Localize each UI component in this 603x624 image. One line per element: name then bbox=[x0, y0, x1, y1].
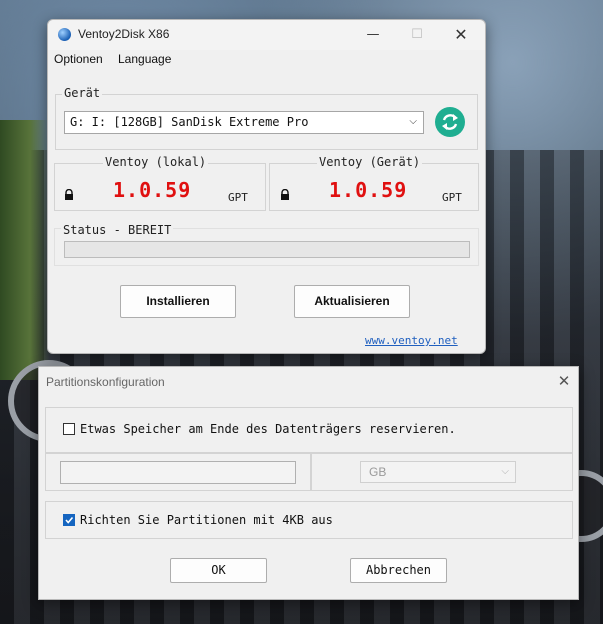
reserve-space-label[interactable]: Etwas Speicher am Ende des Datenträgers … bbox=[80, 422, 456, 436]
device-partition-style: GPT bbox=[442, 191, 462, 204]
ok-button[interactable]: OK bbox=[170, 558, 267, 583]
partition-config-dialog: Partitionskonfiguration ✕ Etwas Speicher… bbox=[38, 366, 579, 600]
ventoy2disk-window: Ventoy2Disk X86 — ☐ ✕ Optionen Language … bbox=[47, 19, 486, 354]
menu-optionen[interactable]: Optionen bbox=[54, 52, 103, 66]
reserve-size-group bbox=[45, 453, 311, 491]
align-4kb-checkbox[interactable] bbox=[63, 514, 75, 526]
maximize-button[interactable]: ☐ bbox=[395, 23, 439, 47]
device-select[interactable]: G: I: [128GB] SanDisk Extreme Pro ⌵ bbox=[64, 111, 424, 134]
dialog-title: Partitionskonfiguration bbox=[46, 375, 165, 389]
cancel-button[interactable]: Abbrechen bbox=[350, 558, 447, 583]
device-group: Gerät G: I: [128GB] SanDisk Extreme Pro … bbox=[55, 86, 478, 150]
reserve-unit-value: GB bbox=[369, 465, 387, 479]
align-4kb-label[interactable]: Richten Sie Partitionen mit 4KB aus bbox=[80, 513, 333, 527]
menu-language[interactable]: Language bbox=[118, 52, 171, 66]
device-select-value: G: I: [128GB] SanDisk Extreme Pro bbox=[70, 115, 309, 129]
dialog-close-button[interactable]: ✕ bbox=[549, 369, 579, 393]
menubar: Optionen Language bbox=[48, 50, 485, 70]
device-version-group: Ventoy (Gerät) 1.0.59 GPT bbox=[269, 155, 479, 211]
chevron-down-icon: ⌵ bbox=[501, 466, 509, 477]
device-version-number: 1.0.59 bbox=[329, 178, 408, 202]
lock-icon bbox=[281, 189, 289, 200]
align-group: Richten Sie Partitionen mit 4KB aus bbox=[45, 501, 573, 539]
close-button[interactable]: ✕ bbox=[439, 23, 483, 47]
reserve-unit-group: GB ⌵ bbox=[311, 453, 573, 491]
local-partition-style: GPT bbox=[228, 191, 248, 204]
refresh-icon[interactable] bbox=[435, 107, 465, 137]
lock-icon bbox=[65, 189, 73, 200]
chevron-down-icon: ⌵ bbox=[409, 116, 417, 127]
update-button[interactable]: Aktualisieren bbox=[294, 285, 410, 318]
window-title: Ventoy2Disk X86 bbox=[78, 27, 170, 41]
ventoy-app-icon bbox=[58, 28, 71, 41]
reserve-unit-select[interactable]: GB ⌵ bbox=[360, 461, 516, 483]
background-foliage bbox=[0, 120, 50, 380]
local-version-label: Ventoy (lokal) bbox=[103, 155, 209, 169]
local-version-group: Ventoy (lokal) 1.0.59 GPT bbox=[54, 155, 266, 211]
status-label: Status - BEREIT bbox=[61, 223, 174, 237]
reserve-size-input[interactable] bbox=[60, 461, 296, 484]
dialog-titlebar[interactable]: Partitionskonfiguration ✕ bbox=[39, 367, 578, 395]
install-button[interactable]: Installieren bbox=[120, 285, 236, 318]
status-group: Status - BEREIT bbox=[54, 223, 479, 266]
device-group-label: Gerät bbox=[62, 86, 103, 100]
minimize-button[interactable]: — bbox=[351, 23, 395, 47]
titlebar[interactable]: Ventoy2Disk X86 — ☐ ✕ bbox=[48, 20, 485, 50]
status-progress-bar bbox=[64, 241, 470, 258]
reserve-space-group: Etwas Speicher am Ende des Datenträgers … bbox=[45, 407, 573, 453]
local-version-number: 1.0.59 bbox=[113, 178, 192, 202]
reserve-space-checkbox[interactable] bbox=[63, 423, 75, 435]
ventoy-website-link[interactable]: www.ventoy.net bbox=[365, 334, 458, 347]
check-icon bbox=[65, 516, 74, 524]
device-version-label: Ventoy (Gerät) bbox=[317, 155, 423, 169]
